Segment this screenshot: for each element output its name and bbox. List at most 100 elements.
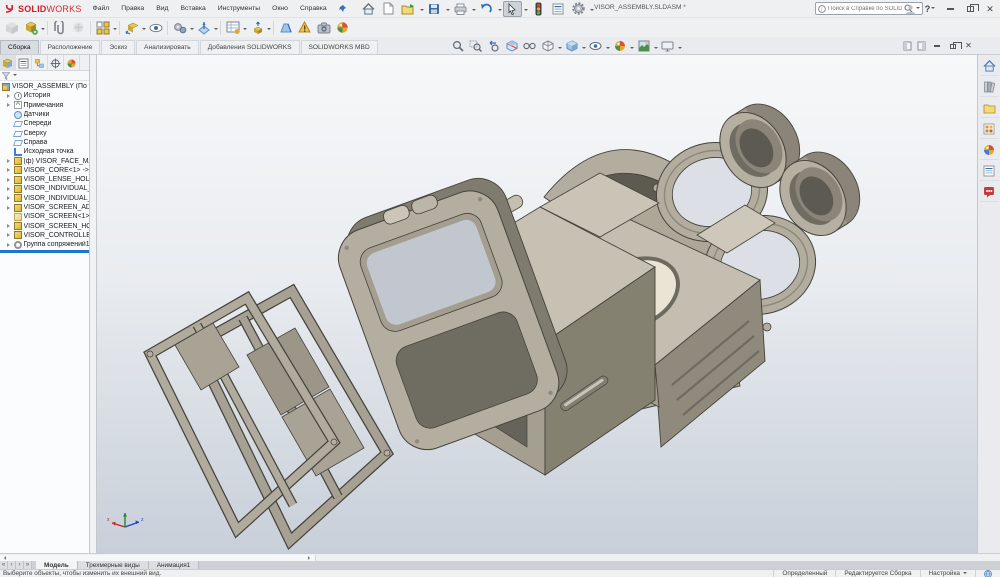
expand-arrow-icon[interactable] [7,103,12,107]
tree-item[interactable]: VISOR_INDIVIDUAL_LENSE_HOLDER [0,194,89,203]
open-icon[interactable] [399,1,418,17]
tab-scroll-prev-icon[interactable]: ‹ [8,561,16,569]
view-settings-icon[interactable] [659,39,676,54]
hide-show-caret[interactable] [606,47,610,51]
tree-item[interactable]: VISOR_INDIVIDUAL_LENSE_HOLDER [0,184,89,193]
assembly-features-icon[interactable] [170,20,189,36]
menu-item[interactable]: Справка [295,3,332,14]
panel-splitter[interactable] [90,55,97,553]
view-orientation-icon[interactable] [539,39,556,54]
expand-arrow-icon[interactable] [7,224,12,228]
graphics-viewport[interactable]: x z [97,55,977,553]
doc-minimize-button[interactable] [931,39,942,53]
doc-tab[interactable]: Анимация1 [149,561,200,569]
expand-arrow-icon[interactable] [7,196,12,200]
doc-next-window-icon[interactable] [917,41,926,51]
command-tab[interactable]: Анализировать [136,40,199,54]
save-caret[interactable] [446,9,450,13]
doc-tab[interactable]: Модель [36,561,78,569]
tab-featuremanager-tree[interactable] [0,55,16,71]
tab-scroll-last-icon[interactable]: » [24,561,32,569]
mate-paperclip-icon[interactable] [50,20,69,36]
linear-component-pattern-icon[interactable] [93,20,112,36]
edit-appearance-ball-icon[interactable] [611,39,628,54]
linear-pattern-caret[interactable] [113,28,117,32]
filter-funnel-icon[interactable] [2,72,10,80]
tree-item[interactable]: Сверху [0,128,89,137]
status-configuration[interactable]: Настройка [920,570,975,577]
tree-item[interactable]: (ф) VISOR_FACE_MASK<1> (По ум [0,156,89,165]
tab-dimxpert-manager[interactable] [48,55,64,71]
custom-properties-icon[interactable] [980,162,999,181]
tree-item[interactable]: VISOR_SCREEN_HOLDER<1> -> (По [0,221,89,230]
file-explorer-icon[interactable] [980,99,999,118]
expand-arrow-icon[interactable] [7,243,12,247]
edit-appearance-icon[interactable] [333,20,352,36]
appearances-scenes-icon[interactable] [980,141,999,160]
menu-item[interactable]: Вид [151,3,173,14]
tab-scroll-next-icon[interactable]: › [16,561,24,569]
tree-item[interactable]: Спереди [0,119,89,128]
smart-fasteners-icon[interactable] [69,20,88,36]
command-tab[interactable]: Расположение [40,40,101,54]
tree-item[interactable]: История [0,91,89,100]
show-hidden-components-icon[interactable] [146,20,165,36]
undo-icon[interactable] [477,1,496,17]
insert-components-caret[interactable] [41,28,45,32]
doc-tab[interactable]: Трехмерные виды [78,561,149,569]
appearance-caret[interactable] [630,47,634,51]
expand-arrow-icon[interactable] [7,94,12,98]
view-settings-caret[interactable] [678,47,682,51]
expand-arrow-icon[interactable] [7,206,12,210]
interference-detection-icon[interactable] [295,20,314,36]
expand-arrow-icon[interactable] [7,178,12,182]
new-document-icon[interactable] [379,1,398,17]
featuremanager-splitter-bar[interactable] [0,250,89,253]
edit-component-icon[interactable] [2,20,21,36]
menu-item[interactable]: Инструменты [213,3,265,14]
tab-configuration-manager[interactable] [32,55,48,71]
menu-item[interactable]: Окно [267,3,293,14]
undo-caret[interactable] [498,9,502,13]
scroll-right-icon[interactable] [308,556,312,560]
solidworks-forum-icon[interactable] [980,183,999,202]
doc-prev-window-icon[interactable] [903,41,912,51]
home-icon[interactable] [359,1,378,17]
expand-arrow-icon[interactable] [7,168,12,172]
rebuild-traffic-light-icon[interactable] [529,1,548,17]
tree-item[interactable]: VISOR_LENSE_HOLDER<1> -> (По у [0,175,89,184]
tree-item[interactable]: Примечания [0,101,89,110]
doc-close-button[interactable]: ✕ [963,39,974,53]
help-caret[interactable] [931,7,935,11]
doc-restore-button[interactable] [947,39,958,53]
user-account-icon[interactable] [902,2,918,16]
open-caret[interactable] [420,9,424,13]
tree-item[interactable]: Группа сопряжений1 [0,240,89,249]
tab-display-manager[interactable] [64,55,80,71]
section-view-icon[interactable] [503,39,520,54]
tab-scroll-first-icon[interactable]: « [0,561,8,569]
select-caret[interactable] [524,9,528,13]
search-input[interactable] [828,6,902,12]
status-globe-icon[interactable] [975,570,1000,577]
reference-geometry-caret[interactable] [214,28,218,32]
display-style-caret[interactable] [582,47,586,51]
tree-item[interactable]: VISOR_SCREEN_ADJUSTABLE_FRAM [0,203,89,212]
help-button[interactable]: ? [922,2,938,16]
apply-scene-icon[interactable] [635,39,652,54]
minimize-button[interactable] [942,2,958,16]
previous-view-icon[interactable] [485,39,502,54]
menu-item[interactable]: Правка [116,3,149,14]
zoom-to-area-icon[interactable] [467,39,484,54]
tree-item[interactable]: Справа [0,138,89,147]
menu-item[interactable]: Вставка [176,3,211,14]
select-cursor-icon[interactable] [503,1,522,17]
dynamic-annotation-icon[interactable] [521,39,538,54]
tree-root-assembly[interactable]: VISOR_ASSEMBLY (По умолчанию<По [0,82,89,91]
tree-item[interactable]: Исходная точка [0,147,89,156]
home-icon[interactable] [980,57,999,76]
save-icon[interactable] [425,1,444,17]
expand-arrow-icon[interactable] [7,233,12,237]
zoom-to-fit-icon[interactable] [449,39,466,54]
scroll-left-icon[interactable] [2,556,6,560]
